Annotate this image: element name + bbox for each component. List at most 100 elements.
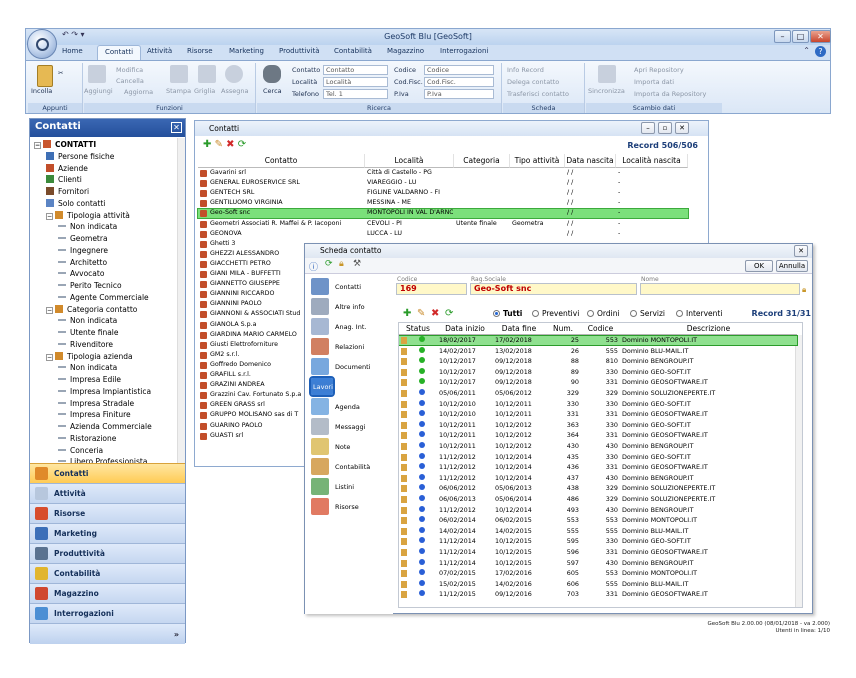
lock-icon[interactable]: 🔒︎ xyxy=(339,259,344,269)
tree-item[interactable]: Agente Commerciale xyxy=(58,293,149,303)
app-menu-button[interactable] xyxy=(27,29,57,59)
tree-item[interactable]: Non indicata xyxy=(58,222,117,232)
localita-field[interactable]: Località xyxy=(323,77,388,87)
redo-icon[interactable]: ↷ xyxy=(71,30,78,39)
annulla-button[interactable]: Annulla xyxy=(776,260,808,272)
nav-overflow-button[interactable]: » xyxy=(30,623,185,644)
telefono-field[interactable]: Tel. 1 xyxy=(323,89,388,99)
collapse-icon[interactable]: − xyxy=(46,212,53,220)
table-row[interactable]: 11/12/2014 10/12/2015 596 331 Dominio GEOSOF… xyxy=(399,548,797,557)
dialog-close-button[interactable]: ✕ xyxy=(794,245,808,257)
nav-interrogazioni[interactable]: Interrogazioni xyxy=(30,603,185,623)
table-row[interactable]: 10/12/2010 10/12/2011 330 330 Dominio GEO-SO… xyxy=(399,399,797,409)
table-row[interactable]: 10/12/2017 09/12/2018 90 331 Dominio GEOSOFT… xyxy=(399,378,797,387)
close-button[interactable]: ✕ xyxy=(810,30,831,43)
tree-item[interactable]: Impresa Edile xyxy=(58,375,121,385)
close-panel-button[interactable]: ✕ xyxy=(171,122,182,133)
tree-item[interactable]: Impresa Stradale xyxy=(58,399,134,409)
column-header[interactable]: Data inizio xyxy=(437,323,493,335)
section-lavori[interactable]: Lavori xyxy=(309,376,389,397)
print-icon[interactable] xyxy=(170,65,188,83)
refresh-jobs-icon[interactable]: ⟳ xyxy=(445,308,453,319)
dropdown-icon[interactable]: ▾ xyxy=(81,30,85,39)
table-row[interactable]: Geo-Soft snc MONTOPOLI IN VAL D'ARNO / / - xyxy=(197,208,689,220)
edit-job-icon[interactable]: ✎ xyxy=(417,308,425,319)
tab-interrogazioni[interactable]: Interrogazioni xyxy=(440,47,488,55)
open-repo-button[interactable]: Apri Repository xyxy=(634,66,684,74)
table-row[interactable]: 11/12/2012 10/12/2014 437 430 Dominio BENGRO… xyxy=(399,473,797,483)
collapse-icon[interactable]: − xyxy=(46,306,53,314)
table-row[interactable]: 18/02/2017 17/02/2018 25 553 Dominio MONTOPO… xyxy=(399,334,798,347)
nav-magazzino[interactable]: Magazzino xyxy=(30,583,185,603)
delete-button[interactable]: Cancella xyxy=(116,77,144,85)
window-close-button[interactable]: ✕ xyxy=(675,122,689,134)
minimize-button[interactable]: – xyxy=(774,30,791,43)
table-row[interactable]: 10/12/2011 10/12/2012 430 430 Dominio BENGRO… xyxy=(399,442,797,451)
cut-icon[interactable]: ✂ xyxy=(58,69,63,77)
tree-item[interactable]: Architetto xyxy=(58,258,107,268)
add-icon[interactable]: ✚ xyxy=(203,139,211,150)
tools-icon[interactable]: ⚒ xyxy=(353,259,361,269)
info-icon[interactable]: ⓘ xyxy=(309,260,318,273)
tree-item[interactable]: Rivenditore xyxy=(58,340,113,350)
section-agenda[interactable]: Agenda xyxy=(311,398,389,416)
tree-item[interactable]: Ingegnere xyxy=(58,246,108,256)
table-row[interactable]: 11/12/2012 10/12/2014 436 331 Dominio GEOSOF… xyxy=(399,463,797,472)
table-row[interactable]: 06/02/2014 06/02/2015 553 553 Dominio MONTOP… xyxy=(399,516,797,525)
codfisc-field[interactable]: Cod.Fisc. xyxy=(424,77,494,87)
help-icon[interactable]: ? xyxy=(815,46,826,57)
section-contatti[interactable]: Contatti xyxy=(311,278,389,296)
table-row[interactable]: 06/06/2013 05/06/2014 486 329 Dominio SOLUZI… xyxy=(399,495,797,504)
collapse-icon[interactable]: − xyxy=(46,353,53,361)
tree-item[interactable]: Impresa Impiantistica xyxy=(58,387,151,397)
table-row[interactable]: 11/12/2012 10/12/2014 493 430 Dominio BENGRO… xyxy=(399,505,797,515)
edit-button[interactable]: Modifica xyxy=(116,66,143,74)
tree-item[interactable]: Clienti xyxy=(46,175,82,185)
section-contabilit[interactable]: Contabilità xyxy=(311,458,389,476)
assign-icon[interactable] xyxy=(225,65,243,83)
column-header[interactable]: Categoria xyxy=(454,154,510,168)
tab-marketing[interactable]: Marketing xyxy=(229,47,264,55)
nav-marketing[interactable]: Marketing xyxy=(30,523,185,543)
tree-item[interactable]: Aziende xyxy=(46,163,88,174)
section-note[interactable]: Note xyxy=(311,438,389,456)
tab-contabilità[interactable]: Contabilità xyxy=(334,47,372,55)
tab-produttività[interactable]: Produttività xyxy=(279,47,320,55)
refresh-button[interactable]: Aggiorna xyxy=(124,88,153,96)
delega-button[interactable]: Delega contatto xyxy=(507,78,559,86)
tree-item[interactable]: Solo contatti xyxy=(46,198,105,209)
section-anagint[interactable]: Anag. Int. xyxy=(311,318,389,336)
ribbon-minimize-icon[interactable]: ⌃ xyxy=(803,46,810,55)
tree-item[interactable]: Persone fisiche xyxy=(46,151,114,162)
filter-servizi[interactable]: Servizi xyxy=(630,309,665,318)
tree-scrollbar[interactable] xyxy=(177,138,185,463)
add-button[interactable]: Aggiungi xyxy=(84,87,113,95)
nav-produttività[interactable]: Produttività xyxy=(30,543,185,563)
section-relazioni[interactable]: Relazioni xyxy=(311,338,389,356)
sync-button[interactable]: Sincronizza xyxy=(588,87,625,95)
table-row[interactable]: 11/12/2015 09/12/2016 703 331 Dominio GEOSOF… xyxy=(399,590,797,599)
table-row[interactable]: 05/06/2011 05/06/2012 329 329 Dominio SOLUZI… xyxy=(399,389,797,398)
column-header[interactable]: Località xyxy=(365,154,454,168)
paste-button[interactable]: Incolla xyxy=(31,87,52,95)
search-button[interactable]: Cerca xyxy=(263,87,282,95)
print-button[interactable]: Stampa xyxy=(166,87,191,95)
tree-item[interactable]: Impresa Finiture xyxy=(58,410,131,420)
tree-item[interactable]: Geometra xyxy=(58,234,108,244)
nav-attività[interactable]: Attività xyxy=(30,483,185,503)
import-repo-button[interactable]: Importa da Repository xyxy=(634,90,706,98)
grid-button[interactable]: Griglia xyxy=(194,87,215,95)
column-header[interactable]: Codice xyxy=(581,323,620,335)
table-row[interactable]: Geometri Associati R. Maffei & P. Iacopo… xyxy=(198,220,688,229)
table-row[interactable]: GENTECH SRL FIGLINE VALDARNO - FI / / - xyxy=(198,189,688,198)
import-button[interactable]: Importa dati xyxy=(634,78,674,86)
edit-icon[interactable]: ✎ xyxy=(215,139,223,150)
codice-field[interactable]: Codice xyxy=(424,65,494,75)
table-row[interactable]: 10/12/2017 09/12/2018 89 330 Dominio GEO-SOF… xyxy=(399,367,797,377)
section-risorse[interactable]: Risorse xyxy=(311,498,389,516)
section-documenti[interactable]: Documenti xyxy=(311,358,389,376)
column-header[interactable]: Località nascita xyxy=(616,154,688,168)
table-row[interactable]: GEONOVA LUCCA - LU / / - xyxy=(198,230,688,239)
tab-risorse[interactable]: Risorse xyxy=(187,47,213,55)
table-row[interactable]: 06/06/2012 05/06/2013 438 329 Dominio SOLUZI… xyxy=(399,484,797,493)
